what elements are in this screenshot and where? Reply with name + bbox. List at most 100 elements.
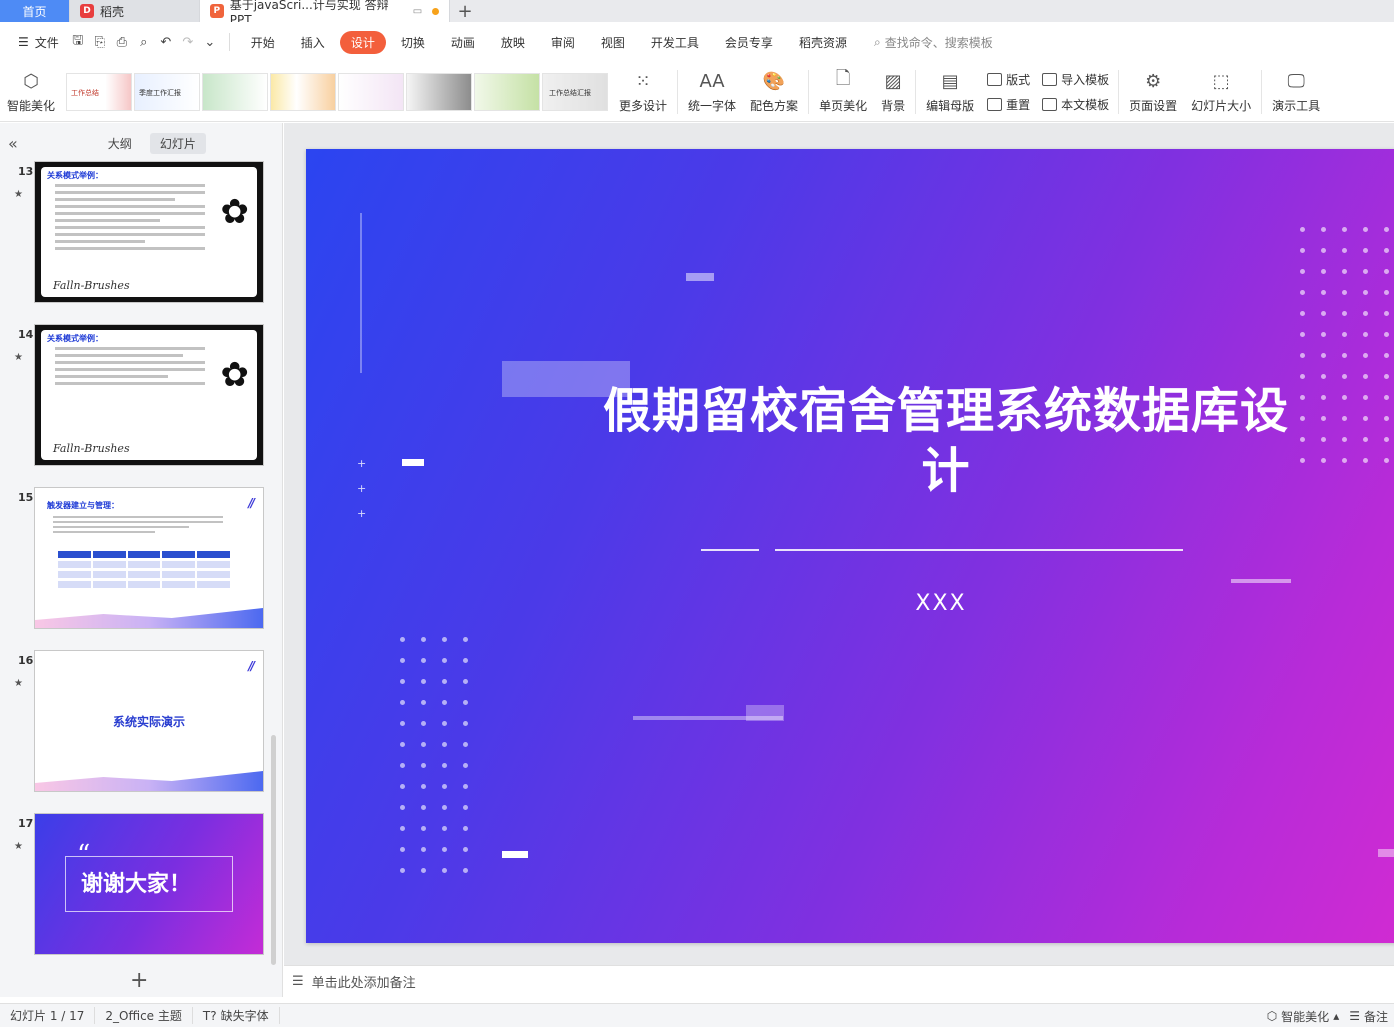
tab-home-label: 首页 — [22, 4, 47, 19]
decor-dot — [1321, 437, 1326, 442]
print-preview-icon[interactable]: ⌕ — [135, 33, 153, 51]
ribbon-separator — [677, 69, 679, 114]
menu-member[interactable]: 会员专享 — [714, 31, 784, 54]
theme-thumbnail[interactable]: 季度工作汇报 — [134, 72, 201, 111]
presentation-tools-button[interactable]: 🖵 演示工具 — [1265, 69, 1327, 114]
decor-dot — [1321, 332, 1326, 337]
new-tab-button[interactable]: + — [450, 0, 480, 22]
tab-slides[interactable]: 幻灯片 — [149, 132, 206, 154]
menu-transitions[interactable]: 切换 — [390, 31, 436, 54]
title-underline-long — [775, 549, 1183, 551]
page-setup-button[interactable]: ⚙ 页面设置 — [1122, 69, 1184, 114]
notes-area[interactable]: ☰ 单击此处添加备注 — [284, 965, 1394, 997]
reset-icon — [987, 97, 1003, 111]
import-template-button[interactable]: 导入模板 — [1042, 71, 1109, 88]
cube-icon: ⬡ — [23, 70, 39, 92]
design-ribbon: ⬡ 智能美化 工作总结 季度工作汇报 工作总结汇报 ⁙ 更多设计 AA 统一字体… — [0, 62, 1394, 122]
menu-separator — [228, 33, 230, 51]
title-underline-short — [701, 549, 759, 551]
menu-animations[interactable]: 动画 — [440, 31, 486, 54]
print-icon[interactable]: ⎙ — [113, 33, 131, 51]
customize-chevron-icon[interactable]: ⌄ — [201, 33, 219, 51]
menu-home[interactable]: 开始 — [240, 31, 286, 54]
decor-dot — [1363, 353, 1368, 358]
tab-home[interactable]: 首页 — [0, 0, 70, 22]
theme-thumbnail[interactable] — [406, 72, 473, 111]
background-hatch-icon: ▨ — [884, 70, 902, 92]
decor-dot — [1384, 290, 1389, 295]
export-pdf-icon[interactable]: ⎘ — [91, 33, 109, 51]
menu-view[interactable]: 视图 — [590, 31, 636, 54]
text-template-button[interactable]: 本文模板 — [1042, 96, 1109, 113]
background-button[interactable]: ▨ 背景 — [874, 69, 912, 114]
theme-thumbnail[interactable]: 工作总结 — [66, 72, 133, 111]
unify-font-button[interactable]: AA 统一字体 — [681, 69, 743, 114]
decor-dot — [442, 763, 447, 768]
smart-beautify-status-button[interactable]: ⬡ 智能美化 ▴ — [1267, 1008, 1340, 1025]
thumbnail-wave — [35, 771, 263, 791]
reset-button[interactable]: 重置 — [987, 96, 1030, 113]
thumbnail-wave — [35, 608, 263, 628]
slide-size-button[interactable]: ⬚ 幻灯片大小 — [1184, 69, 1258, 114]
theme-thumbnail[interactable] — [474, 72, 541, 111]
slide-subtitle[interactable]: XXX — [841, 591, 1041, 616]
menu-developer[interactable]: 开发工具 — [640, 31, 710, 54]
menu-docer-resources[interactable]: 稻壳资源 — [788, 31, 858, 54]
menu-slideshow[interactable]: 放映 — [490, 31, 536, 54]
theme-thumbnail[interactable] — [202, 72, 269, 111]
menu-bar: ☰ 文件 🖫 ⎘ ⎙ ⌕ ↶ ↷ ⌄ 开始 插入 设计 切换 动画 放映 审阅 … — [0, 22, 1394, 62]
tab-docer-label: 稻壳 — [100, 4, 125, 19]
theme-thumbnail[interactable]: 工作总结汇报 — [542, 72, 609, 111]
slide-panel-header: « 大纲 幻灯片 — [0, 123, 282, 163]
menu-design[interactable]: 设计 — [339, 30, 386, 54]
menu-insert[interactable]: 插入 — [290, 31, 336, 54]
decor-dot — [1321, 353, 1326, 358]
edit-master-button[interactable]: ▤ 编辑母版 — [919, 69, 981, 114]
file-menu-button[interactable]: ☰ 文件 — [12, 34, 65, 51]
smart-beautify-button[interactable]: ⬡ 智能美化 — [0, 69, 62, 114]
save-icon[interactable]: 🖫 — [69, 33, 87, 51]
animation-star-icon: ★ — [14, 189, 23, 200]
decor-dot — [442, 658, 447, 663]
flower-ornament-icon: ✿ — [220, 192, 250, 232]
decor-dot — [1321, 395, 1326, 400]
decor-dot — [1384, 269, 1389, 274]
decor-dot — [1300, 353, 1305, 358]
add-slide-button[interactable]: + — [130, 968, 148, 993]
slide-title[interactable]: 假期留校宿舍管理系统数据库设计 — [586, 381, 1306, 501]
decor-dot — [400, 868, 405, 873]
tab-document[interactable]: P 基于javaScri...计与实现 答辩PPT ▭ — [200, 0, 450, 27]
collapse-panel-icon[interactable]: « — [8, 134, 18, 153]
layout-button[interactable]: 版式 — [987, 71, 1030, 88]
cube-icon: ⬡ — [1266, 1009, 1278, 1023]
panel-scrollbar[interactable] — [271, 735, 276, 965]
thumbnail-title: 谢谢大家！ — [81, 872, 192, 897]
single-page-beautify-button[interactable]: 🗋 单页美化 — [812, 68, 874, 114]
redo-icon[interactable]: ↷ — [179, 33, 197, 51]
slash-logo-icon: // — [248, 496, 255, 510]
decor-dot — [1363, 395, 1368, 400]
decor-dot — [400, 847, 405, 852]
notes-icon: ☰ — [292, 974, 304, 989]
command-search[interactable]: ⌕ 查找命令、搜索模板 — [874, 34, 993, 51]
decor-dot — [1384, 248, 1389, 253]
color-scheme-button[interactable]: 🎨 配色方案 — [743, 69, 805, 114]
tab-outline[interactable]: 大纲 — [98, 133, 142, 154]
tab-docer[interactable]: D 稻壳 — [70, 0, 200, 22]
decor-dot — [1384, 395, 1389, 400]
hamburger-icon: ☰ — [18, 35, 29, 49]
more-design-button[interactable]: ⁙ 更多设计 — [612, 69, 674, 114]
current-slide[interactable]: + + + 假期留校宿舍管理系统数据库设计 XXX — [306, 149, 1394, 943]
decor-dot — [400, 763, 405, 768]
theme-thumbnail[interactable] — [270, 72, 337, 111]
missing-font-button[interactable]: T? 缺失字体 — [193, 1007, 280, 1024]
missing-font-label: 缺失字体 — [220, 1009, 269, 1023]
decor-plus-icon: + — [357, 507, 367, 520]
search-icon: ⌕ — [873, 34, 881, 49]
undo-icon[interactable]: ↶ — [157, 33, 175, 51]
theme-thumbnail[interactable] — [338, 72, 405, 111]
decor-bar — [502, 851, 528, 858]
notes-toggle-button[interactable]: ☰ 备注 — [1349, 1008, 1388, 1025]
ribbon-separator — [1261, 69, 1263, 114]
menu-review[interactable]: 审阅 — [540, 31, 586, 54]
